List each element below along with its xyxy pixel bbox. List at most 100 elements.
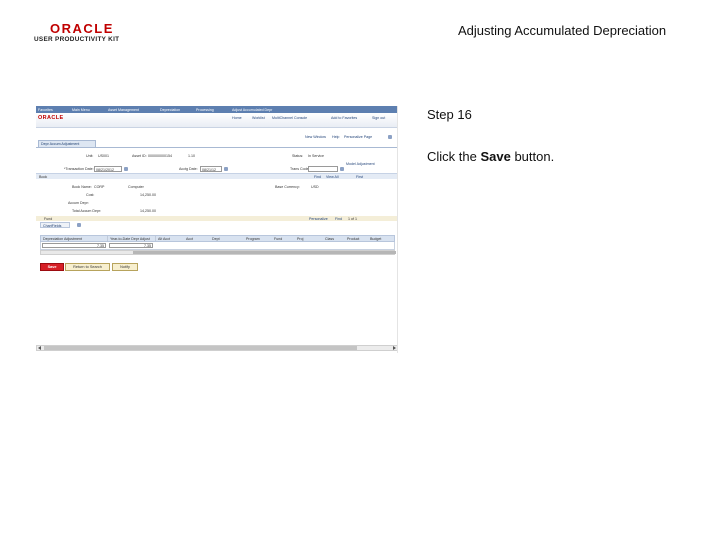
tab-label: Depr Accum Adjustment: [41, 142, 80, 146]
slide-title: Adjusting Accumulated Depreciation: [458, 23, 667, 38]
col-ytd-adjust: Year-to-Date Depr Adjust: [110, 237, 150, 241]
instruction-bold-save: Save: [480, 149, 511, 164]
nav-favorites[interactable]: Favorites: [38, 108, 53, 112]
calendar-icon[interactable]: [124, 167, 128, 171]
grid-find-link[interactable]: Find: [335, 217, 342, 221]
breadcrumb-nav: Favorites Main Menu Asset Management Dep…: [36, 106, 397, 113]
page-icon[interactable]: [388, 135, 392, 139]
lookup-icon[interactable]: [340, 167, 344, 171]
save-button[interactable]: Save: [40, 263, 64, 271]
unit-label: Unit:: [86, 154, 94, 158]
total-accum-label: Total Accum Depr:: [72, 209, 102, 213]
show-all-columns-icon[interactable]: [77, 223, 81, 227]
logo-upk-text: USER PRODUCTIVITY KIT: [34, 36, 120, 43]
asset-suffix: 1.10: [188, 154, 195, 158]
nav-depreciation[interactable]: Depreciation: [160, 108, 180, 112]
book-name-label: Book Name:: [72, 185, 92, 189]
grid-horizontal-scrollbar[interactable]: [40, 250, 396, 255]
status-value: In Service: [308, 154, 324, 158]
status-label: Status:: [292, 154, 304, 158]
nav-processing[interactable]: Processing: [196, 108, 214, 112]
fund-grid-title: Fund: [44, 216, 53, 221]
book-first-link[interactable]: First: [356, 175, 363, 179]
header-link-worklist[interactable]: Worklist: [252, 116, 265, 120]
col-alt-acct: Alt Acct: [158, 237, 170, 241]
tab-divider: [36, 147, 397, 148]
book-view-all-link[interactable]: View All: [326, 175, 339, 179]
asset-id-value: 000000000154: [148, 154, 172, 158]
book-name-value: CORP: [94, 185, 105, 189]
window-horizontal-scrollbar[interactable]: [36, 345, 397, 351]
return-to-search-button[interactable]: Return to Search: [65, 263, 110, 271]
grid-pager: 1 of 1: [348, 216, 357, 221]
cost-label: Cost:: [86, 193, 95, 197]
category-value: Computer: [128, 185, 144, 189]
header-link-signout[interactable]: Sign out: [372, 116, 385, 120]
instruction-before: Click the: [427, 149, 481, 164]
book-section-title: Book: [39, 174, 48, 179]
grid-scroll-thumb[interactable]: [133, 251, 396, 254]
chartfields-tab-label: ChartFields: [43, 223, 62, 228]
acctg-date-label: Acctg Date:: [179, 167, 198, 171]
book-find-link[interactable]: Find: [314, 175, 321, 179]
nav-main-menu[interactable]: Main Menu: [72, 108, 90, 112]
asset-id-label: Asset ID:: [132, 154, 147, 158]
app-oracle-brand: ORACLE: [38, 115, 64, 121]
window-scroll-thumb[interactable]: [44, 346, 357, 350]
instruction-after: button.: [510, 149, 555, 164]
total-accum-value: 14,250.00: [140, 209, 156, 213]
scroll-left-arrow-icon[interactable]: [38, 346, 41, 350]
col-fund: Fund: [274, 237, 283, 241]
accum-depr-label: Accum Depr:: [68, 201, 89, 205]
col-program: Program: [246, 237, 260, 241]
tab-depr-accum-adjustment[interactable]: Depr Accum Adjustment: [38, 140, 96, 147]
notify-button[interactable]: Notify: [112, 263, 138, 271]
link-help[interactable]: Help: [332, 135, 339, 139]
app-header-bar: Home Worklist MultiChannel Console Add t…: [36, 113, 397, 128]
scroll-right-arrow-icon[interactable]: [393, 346, 396, 350]
book-section-header: Book Find View All First: [36, 173, 397, 179]
header-link-favorites[interactable]: Add to Favorites: [331, 116, 357, 120]
grid-personalize-link[interactable]: Personalize: [309, 217, 328, 221]
col-class: Class: [325, 237, 334, 241]
nav-asset-management[interactable]: Asset Management: [108, 108, 139, 112]
col-proj: Proj: [297, 237, 304, 241]
acctg-date-value: 08/21/12: [202, 167, 216, 172]
base-currency-value: USD: [311, 185, 319, 189]
base-currency-label: Base Currency:: [275, 185, 300, 189]
ytd-adjustment-value: 7.35: [144, 244, 151, 248]
link-personalize-page[interactable]: Personalize Page: [344, 135, 372, 139]
transaction-date-input[interactable]: 08/21/2012: [94, 166, 122, 172]
link-new-window[interactable]: New Window: [305, 135, 326, 139]
trans-code-label: Trans Code:: [290, 167, 310, 171]
nav-adjust-accum-depr[interactable]: Adjust Accumulated Depr: [232, 108, 272, 112]
transaction-date-value: 08/21/2012: [96, 167, 114, 172]
fund-grid-column-header: Depreciation Adjustment Year-to-Date Dep…: [40, 235, 395, 242]
instruction-text: Click the Save button.: [427, 149, 554, 164]
calendar-icon[interactable]: [224, 167, 228, 171]
table-row: 7.35 7.35: [40, 242, 395, 250]
col-depr-adjustment: Depreciation Adjustment: [43, 237, 82, 241]
step-label: Step 16: [427, 107, 472, 122]
oracle-upk-logo: ORACLE USER PRODUCTIVITY KIT: [34, 22, 134, 48]
depr-adjustment-input[interactable]: 7.35: [42, 243, 106, 248]
col-acct: Acct: [186, 237, 193, 241]
depr-adjustment-value: 7.35: [97, 244, 104, 248]
ytd-adjustment-input[interactable]: 7.35: [109, 243, 153, 248]
col-budget: Budget: [370, 237, 382, 241]
cost-value: 14,250.00: [140, 193, 156, 197]
logo-oracle-text: ORACLE: [50, 21, 114, 36]
tab-chartfields[interactable]: ChartFields: [40, 222, 70, 228]
col-dept: Dept: [212, 237, 220, 241]
model-adjustment-link[interactable]: Model Adjustment: [346, 162, 375, 166]
col-product: Product: [347, 237, 360, 241]
fund-grid-header: Fund Personalize Find 1 of 1: [36, 216, 397, 221]
unit-value: US001: [98, 154, 109, 158]
app-screenshot: Favorites Main Menu Asset Management Dep…: [36, 106, 398, 353]
header-link-home[interactable]: Home: [232, 116, 242, 120]
acctg-date-input[interactable]: 08/21/12: [200, 166, 222, 172]
col-separator: [107, 236, 108, 241]
transaction-date-label: *Transaction Date:: [64, 167, 94, 171]
trans-code-input[interactable]: [308, 166, 338, 172]
header-link-multichannel[interactable]: MultiChannel Console: [272, 116, 307, 120]
